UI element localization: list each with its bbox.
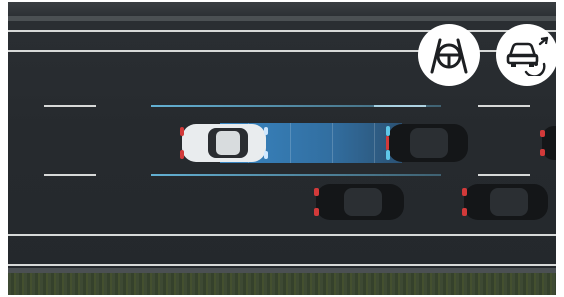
lane-keeping-marker-upper	[151, 105, 441, 107]
lane-dash	[44, 174, 96, 176]
adjacent-car	[538, 122, 556, 164]
ego-car	[178, 120, 270, 166]
lane-keeping-badge	[418, 24, 480, 86]
road-edge-line-top	[8, 30, 556, 32]
highway-scene	[8, 2, 556, 295]
lane-keeping-steering-icon	[426, 34, 472, 76]
road-edge-line-bottom	[8, 264, 556, 266]
lane-dash	[478, 105, 530, 107]
lane-dash	[478, 174, 530, 176]
roadside-grass	[8, 273, 556, 295]
road-edge-line-lower	[8, 234, 556, 236]
lane-dash	[44, 105, 96, 107]
distance-control-icon	[504, 34, 550, 76]
guardrail-top	[8, 16, 556, 21]
lead-car	[384, 120, 472, 166]
lane-keeping-marker-lower	[151, 174, 441, 176]
distance-control-badge	[496, 24, 556, 86]
adjacent-car	[312, 180, 408, 224]
road-shoulder-top	[8, 2, 556, 16]
adjacent-car	[460, 180, 552, 224]
